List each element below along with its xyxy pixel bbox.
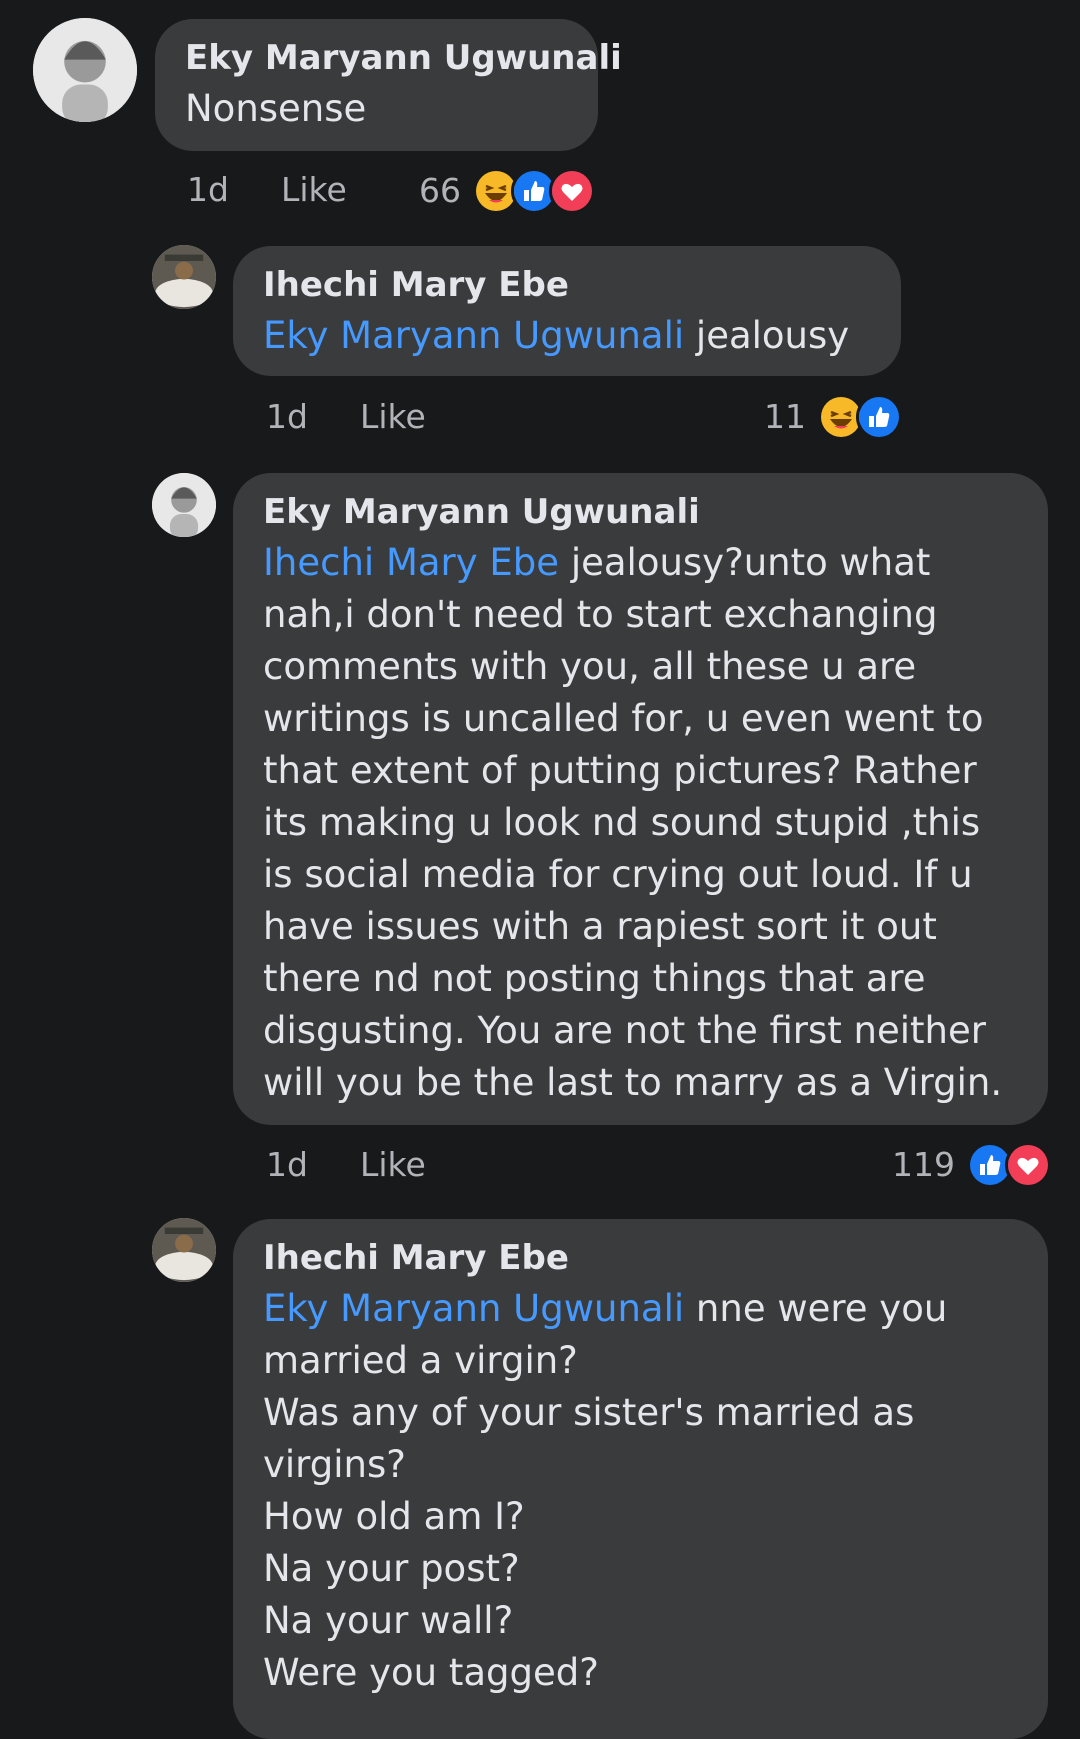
comment-bubble: Eky Maryann Ugwunali Ihechi Mary Ebe jea… bbox=[233, 473, 1048, 1125]
avatar[interactable] bbox=[152, 1218, 216, 1282]
comment-body: jealousy?unto what nah,i don't need to s… bbox=[263, 541, 1003, 1104]
reaction-summary[interactable]: 11 bbox=[764, 394, 902, 440]
comment-text: Eky Maryann Ugwunali nne were you marrie… bbox=[263, 1283, 1018, 1699]
comment-body: nne were you married a virgin? Was any o… bbox=[263, 1287, 948, 1694]
comment-text: Ihechi Mary Ebe jealousy?unto what nah,i… bbox=[263, 537, 1018, 1109]
avatar[interactable] bbox=[152, 473, 216, 537]
like-button[interactable]: Like bbox=[360, 397, 426, 437]
love-icon bbox=[549, 168, 595, 214]
avatar[interactable] bbox=[152, 245, 216, 309]
comment-author[interactable]: Ihechi Mary Ebe bbox=[263, 1233, 1018, 1283]
comment-text: Eky Maryann Ugwunali jealousy bbox=[263, 310, 871, 362]
reaction-summary[interactable]: 66 bbox=[419, 168, 595, 214]
comment-author[interactable]: Eky Maryann Ugwunali bbox=[263, 487, 1018, 537]
comment-body: jealousy bbox=[684, 314, 850, 357]
comment-timestamp[interactable]: 1d bbox=[266, 1145, 308, 1185]
reaction-count: 11 bbox=[764, 397, 806, 436]
reaction-summary[interactable]: 119 bbox=[892, 1142, 1051, 1188]
mention-link[interactable]: Eky Maryann Ugwunali bbox=[263, 314, 684, 357]
like-button[interactable]: Like bbox=[281, 170, 347, 210]
comment-bubble: Ihechi Mary Ebe Eky Maryann Ugwunali nne… bbox=[233, 1219, 1048, 1739]
comment-bubble: Eky Maryann Ugwunali Nonsense bbox=[155, 19, 622, 151]
like-button[interactable]: Like bbox=[360, 1145, 426, 1185]
like-icon bbox=[856, 394, 902, 440]
comment-author[interactable]: Eky Maryann Ugwunali bbox=[185, 33, 622, 83]
mention-link[interactable]: Ihechi Mary Ebe bbox=[263, 541, 559, 584]
comment-text: Nonsense bbox=[185, 83, 568, 135]
comment-timestamp[interactable]: 1d bbox=[187, 170, 229, 210]
comment-body: Nonsense bbox=[185, 87, 367, 130]
mention-link[interactable]: Eky Maryann Ugwunali bbox=[263, 1287, 684, 1330]
avatar[interactable] bbox=[33, 18, 137, 122]
reaction-count: 66 bbox=[419, 171, 461, 210]
comment-author[interactable]: Ihechi Mary Ebe bbox=[263, 260, 871, 310]
love-icon bbox=[1005, 1142, 1051, 1188]
reaction-count: 119 bbox=[892, 1145, 955, 1184]
comment-timestamp[interactable]: 1d bbox=[266, 397, 308, 437]
comment-bubble: Ihechi Mary Ebe Eky Maryann Ugwunali jea… bbox=[233, 246, 901, 376]
